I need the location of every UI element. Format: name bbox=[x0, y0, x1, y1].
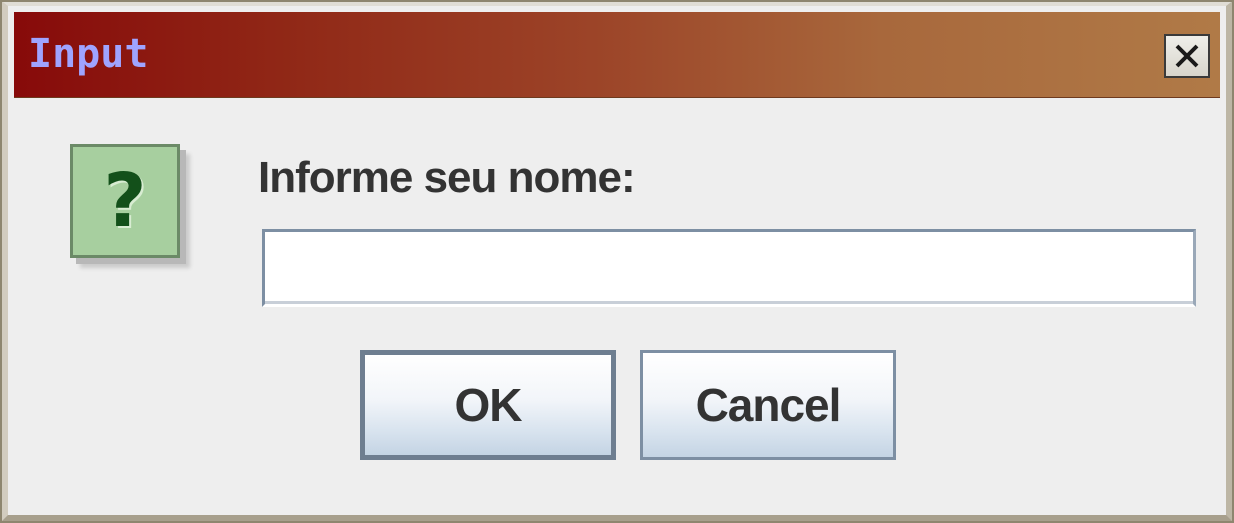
close-x-icon bbox=[1172, 41, 1202, 71]
ok-button[interactable]: OK bbox=[360, 350, 616, 460]
close-button[interactable] bbox=[1164, 34, 1210, 78]
window-title: Input bbox=[28, 31, 149, 77]
prompt-label: Informe seu nome: bbox=[258, 153, 636, 202]
cancel-button[interactable]: Cancel bbox=[640, 350, 896, 460]
dialog-content: ? Informe seu nome: OK Cancel bbox=[14, 98, 1220, 507]
name-input[interactable] bbox=[262, 229, 1196, 307]
question-icon: ? bbox=[70, 144, 180, 258]
title-bar[interactable]: Input bbox=[14, 12, 1220, 98]
question-mark-glyph: ? bbox=[103, 158, 147, 244]
